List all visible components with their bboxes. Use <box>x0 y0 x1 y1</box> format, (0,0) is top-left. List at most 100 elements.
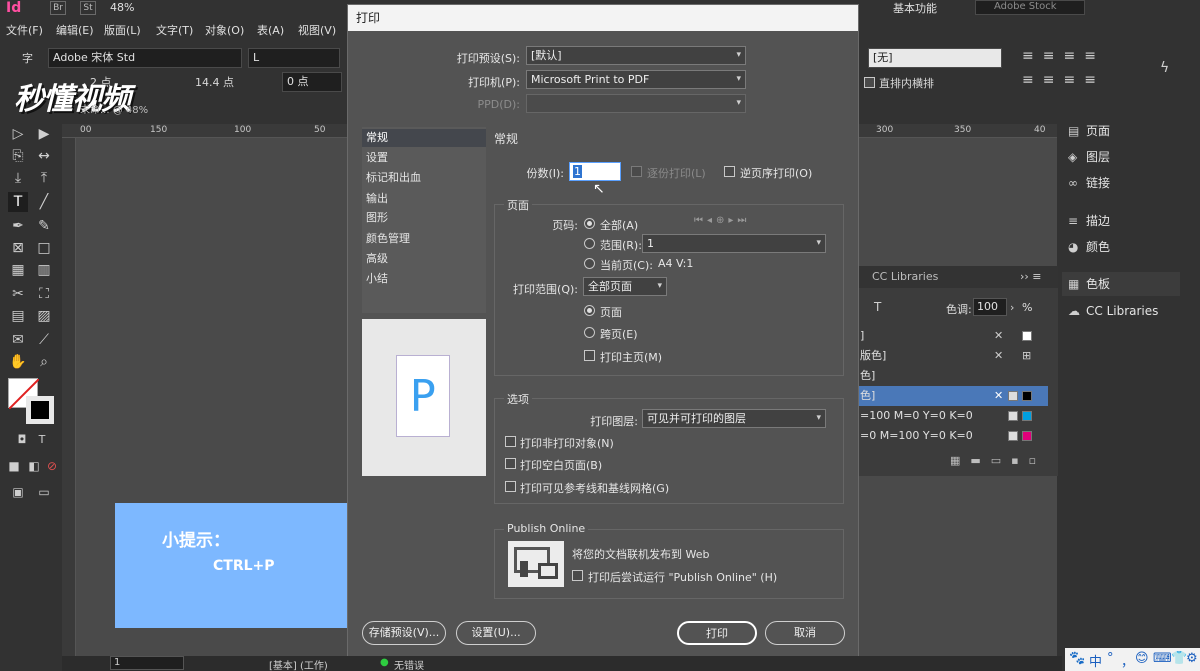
tint-arrow-icon[interactable]: › <box>1010 301 1014 314</box>
preset-select[interactable]: [默认] ▾ <box>526 46 746 65</box>
print-button[interactable]: 打印 <box>677 621 757 645</box>
setup-button[interactable]: 设置(U)... <box>456 621 536 645</box>
swatch-row[interactable]: 色] <box>858 366 1048 386</box>
vertical-option-checkbox[interactable] <box>864 77 875 88</box>
printer-select[interactable]: Microsoft Print to PDF ▾ <box>526 70 746 89</box>
tracking-field[interactable]: 0 点 <box>282 72 342 92</box>
layers-panel-button[interactable]: ◈ 图层 <box>1068 145 1110 169</box>
line-tool-icon[interactable]: ╱ <box>34 192 54 212</box>
ime-punctuation-icon[interactable]: ， <box>1121 651 1134 670</box>
scissors-tool-icon[interactable]: ✂ <box>8 284 28 304</box>
nav-output[interactable]: 输出 <box>366 190 486 208</box>
print-spreads-radio[interactable] <box>584 327 595 338</box>
pen-tool-icon[interactable]: ✒ <box>8 216 28 236</box>
formatting-text-icon[interactable]: T <box>32 430 52 450</box>
guides-checkbox[interactable] <box>505 481 516 492</box>
swatch-row[interactable]: =100 M=0 Y=0 K=0 <box>858 406 1048 426</box>
save-preset-button[interactable]: 存储预设(V)... <box>362 621 446 645</box>
apply-color-icon[interactable]: ■ <box>4 456 24 476</box>
menu-edit[interactable]: 编辑(E) <box>56 22 94 38</box>
gap-tool-icon[interactable]: ↔ <box>34 146 54 166</box>
workspace-switcher[interactable]: 基本功能 <box>893 0 937 16</box>
print-range-select[interactable]: 全部页面 ▾ <box>583 277 667 296</box>
note-tool-icon[interactable]: ✉ <box>8 330 28 350</box>
pages-panel-button[interactable]: ▤ 页面 <box>1068 119 1110 143</box>
stock-search-input[interactable]: Adobe Stock <box>975 0 1085 15</box>
ime-keyboard-icon[interactable]: ⌨ <box>1153 651 1172 666</box>
copies-input[interactable]: 1 <box>569 162 621 181</box>
selection-tool-icon[interactable]: ▷ <box>8 124 28 144</box>
nav-advanced[interactable]: 高级 <box>366 250 486 268</box>
reverse-order-checkbox[interactable] <box>724 166 735 177</box>
free-transform-tool-icon[interactable]: ⛶ <box>34 284 54 304</box>
ime-emoji-icon[interactable]: 😊 <box>1135 651 1149 666</box>
nonprinting-checkbox[interactable] <box>505 436 516 447</box>
menu-table[interactable]: 表(A) <box>257 22 284 38</box>
publish-online-checkbox[interactable] <box>572 570 583 581</box>
text-swatch-icon[interactable]: T <box>874 300 881 314</box>
eyedropper-tool-icon[interactable]: ⟋ <box>34 330 54 350</box>
character-mode-icon[interactable]: 字 <box>22 50 33 66</box>
nav-summary[interactable]: 小结 <box>366 270 486 288</box>
cc-libraries-tab[interactable]: CC Libraries ›› ≡ <box>858 266 1058 288</box>
nav-setup[interactable]: 设置 <box>366 149 486 167</box>
page-number-select[interactable]: 1 <box>110 656 184 670</box>
ime-chinese-toggle[interactable]: 中 <box>1089 651 1102 670</box>
horizontal-grid-tool-icon[interactable]: ▦ <box>8 260 28 280</box>
print-pages-radio[interactable] <box>584 305 595 316</box>
paragraph-style-select[interactable]: [无] <box>868 48 1002 68</box>
pages-range-radio[interactable] <box>584 238 595 249</box>
swatch-row[interactable]: ] ✕ <box>858 326 1048 346</box>
menu-type[interactable]: 文字(T) <box>156 22 193 38</box>
swatch-row[interactable]: 版色] ✕ ⊞ <box>858 346 1048 366</box>
nav-marks-bleed[interactable]: 标记和出血 <box>366 169 486 187</box>
pencil-tool-icon[interactable]: ✎ <box>34 216 54 236</box>
vertical-grid-tool-icon[interactable]: ▥ <box>34 260 54 280</box>
swatch-footer-icons[interactable]: ▦▬▭▪▫ <box>950 454 1046 467</box>
align-icons[interactable]: ≡≡≡≡ <box>1022 48 1105 64</box>
color-panel-button[interactable]: ◕ 颜色 <box>1068 235 1110 259</box>
apply-none-icon[interactable]: ⊘ <box>42 456 62 476</box>
tint-input[interactable]: 100 <box>973 298 1007 316</box>
zoom-tool-icon[interactable]: ⌕ <box>34 352 54 372</box>
screen-mode-icon[interactable]: ▭ <box>34 482 54 502</box>
gradient-feather-tool-icon[interactable]: ▨ <box>34 306 54 326</box>
justify-icons[interactable]: ≡≡≡≡ <box>1022 72 1105 88</box>
lightning-icon[interactable]: ϟ <box>1160 60 1169 76</box>
ime-settings-icon[interactable]: ⚙ <box>1186 651 1198 666</box>
apply-gradient-icon[interactable]: ◧ <box>24 456 44 476</box>
ime-paw-icon[interactable]: 🐾 <box>1069 651 1085 666</box>
rectangle-frame-tool-icon[interactable]: ⊠ <box>8 238 28 258</box>
swatch-row-selected[interactable]: 色] ✕ <box>858 386 1048 406</box>
stroke-panel-button[interactable]: ≡ 描边 <box>1068 209 1110 233</box>
pages-current-radio[interactable] <box>584 258 595 269</box>
page-tool-icon[interactable]: ⎘ <box>8 146 28 166</box>
content-collector-icon[interactable]: ⤓ <box>8 168 28 188</box>
content-placer-icon[interactable]: ⤒ <box>34 168 54 188</box>
cc-libraries-panel-button[interactable]: ☁ CC Libraries <box>1068 299 1158 323</box>
swatches-panel-button[interactable]: ▦ 色板 <box>1062 272 1180 296</box>
gradient-swatch-tool-icon[interactable]: ▤ <box>8 306 28 326</box>
dialog-titlebar[interactable]: 打印 <box>348 5 858 31</box>
font-family-select[interactable]: Adobe 宋体 Std <box>48 48 242 68</box>
nav-general[interactable]: 常规 <box>362 129 486 147</box>
stock-button[interactable]: St <box>80 1 96 15</box>
bridge-button[interactable]: Br <box>50 1 66 15</box>
ime-halfwidth-icon[interactable]: ° <box>1107 651 1114 666</box>
print-master-checkbox[interactable] <box>584 350 595 361</box>
range-input[interactable]: 1 ▾ <box>642 234 826 253</box>
stroke-swatch[interactable] <box>26 396 54 424</box>
swatch-row[interactable]: =0 M=100 Y=0 K=0 <box>858 426 1048 446</box>
nav-graphics[interactable]: 图形 <box>366 209 486 227</box>
menu-layout[interactable]: 版面(L) <box>104 22 141 38</box>
menu-file[interactable]: 文件(F) <box>6 22 43 38</box>
font-style-select[interactable]: L <box>248 48 340 68</box>
menu-view[interactable]: 视图(V) <box>298 22 336 38</box>
cancel-button[interactable]: 取消 <box>765 621 845 645</box>
blank-pages-checkbox[interactable] <box>505 458 516 469</box>
menu-object[interactable]: 对象(O) <box>205 22 244 38</box>
pages-all-radio[interactable] <box>584 218 595 229</box>
print-layers-select[interactable]: 可见并可打印的图层 ▾ <box>642 409 826 428</box>
type-tool-icon[interactable]: T <box>8 192 28 212</box>
links-panel-button[interactable]: ∞ 链接 <box>1068 171 1110 195</box>
